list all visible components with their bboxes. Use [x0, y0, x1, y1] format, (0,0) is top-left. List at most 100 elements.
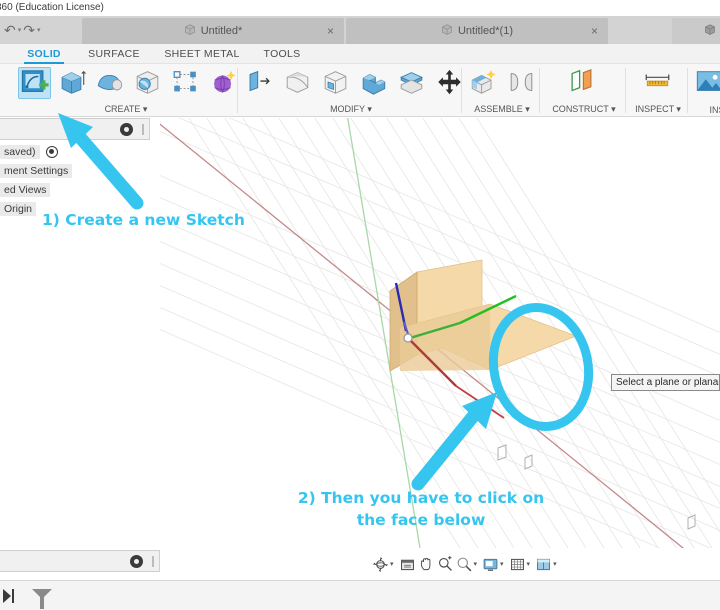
- window-title: 360 (Education License): [0, 2, 104, 13]
- zoom-button[interactable]: ▾: [456, 556, 481, 573]
- new-component-icon[interactable]: [468, 67, 501, 99]
- view-navigation-bar: ▾ ▾ ▾ ▾ ▾: [372, 552, 560, 576]
- ribbon-group-label-insert[interactable]: INSE: [690, 105, 720, 115]
- document-tab-bar: ↶ ▾ ↷ ▾ Untitled* × Untitled*(1) ×: [0, 16, 720, 44]
- document-tab-untitled[interactable]: Untitled* ×: [82, 18, 344, 44]
- browser-item-label: ed Views: [0, 182, 51, 197]
- visibility-radio-icon[interactable]: [45, 145, 58, 158]
- ribbon-group-assemble: ASSEMBLE ▾: [464, 64, 540, 117]
- ribbon-group-label-construct[interactable]: CONSTRUCT ▾: [542, 104, 626, 115]
- undo-caret-icon[interactable]: ▾: [18, 26, 22, 34]
- display-settings-caret-icon[interactable]: ▾: [500, 560, 504, 568]
- group-divider: [237, 68, 238, 113]
- ribbon-group-create: CREATE ▾: [14, 64, 238, 117]
- orbit-caret-icon[interactable]: ▾: [390, 560, 394, 568]
- measure-icon[interactable]: [642, 67, 675, 99]
- x-axis-segment-far: [455, 385, 505, 419]
- zoom-caret-icon[interactable]: ▾: [474, 560, 478, 568]
- orbit-button[interactable]: ▾: [372, 556, 397, 573]
- display-settings-button[interactable]: ▾: [482, 556, 507, 573]
- ribbon-tab-solid[interactable]: SOLID: [18, 44, 70, 65]
- pan-icon: [420, 557, 430, 570]
- sphere-icon[interactable]: [132, 67, 165, 99]
- ribbon-group-insert: INSE: [690, 64, 720, 117]
- timeline-end-button: [3, 589, 14, 603]
- shell-icon[interactable]: [320, 67, 353, 99]
- viewports-icon: [537, 558, 551, 570]
- browser-tree: saved) ment Settings ed Views Origin: [0, 142, 150, 218]
- ribbon-group-inspect: INSPECT ▾: [628, 64, 688, 117]
- ribbon-tab-surface[interactable]: SURFACE: [82, 44, 146, 64]
- extrude-icon[interactable]: [56, 67, 89, 99]
- offset-plane-icon[interactable]: [566, 67, 599, 99]
- pan-button[interactable]: [418, 556, 435, 573]
- document-tab-label: Untitled*(1): [457, 25, 514, 37]
- 3d-viewport[interactable]: [160, 118, 720, 548]
- insert-canvas-icon[interactable]: [694, 67, 720, 99]
- group-divider: [625, 68, 626, 113]
- timeline-playhead-marker: [32, 589, 52, 609]
- fillet-icon[interactable]: [282, 67, 315, 99]
- ribbon-panel: CREATE ▾ MODIFY ▾ ASSEMBLE ▾ CONSTRUCT ▾…: [0, 64, 720, 117]
- redo-button[interactable]: ↷ ▾: [23, 23, 40, 37]
- press-pull-icon[interactable]: [244, 67, 277, 99]
- grid-snaps-button[interactable]: ▾: [509, 556, 534, 573]
- ribbon-tab-sheet-metal[interactable]: SHEET METAL: [158, 44, 246, 64]
- display-settings-icon: [483, 558, 498, 571]
- close-icon[interactable]: ×: [327, 24, 334, 38]
- visibility-eye-icon[interactable]: [130, 555, 143, 568]
- plane-glyph-3: [687, 514, 696, 530]
- split-body-icon[interactable]: [396, 67, 429, 99]
- ribbon-group-modify: MODIFY ▾: [240, 64, 462, 117]
- undo-arrow-icon: ↶: [4, 22, 16, 38]
- joint-icon[interactable]: [506, 67, 539, 99]
- document-tab-untitled-1[interactable]: Untitled*(1) ×: [346, 18, 608, 44]
- browser-footer-strip: [0, 550, 160, 572]
- document-tab-untitled-2[interactable]: Unti: [672, 18, 720, 44]
- redo-arrow-icon: ↷: [23, 22, 35, 38]
- annotation-step-1: 1) Create a new Sketch: [42, 211, 245, 229]
- visibility-eye-icon[interactable]: [120, 123, 133, 136]
- fusion360-window: 360 (Education License) ↶ ▾ ↷ ▾ Untitled…: [0, 0, 720, 610]
- ribbon-group-label-inspect[interactable]: INSPECT ▾: [628, 104, 688, 115]
- ribbon-group-label-modify[interactable]: MODIFY ▾: [240, 104, 462, 115]
- fit-button[interactable]: [399, 556, 416, 573]
- grid-snaps-caret-icon[interactable]: ▾: [527, 560, 531, 568]
- cube-icon: [704, 23, 716, 39]
- close-icon[interactable]: ×: [591, 24, 598, 38]
- combine-icon[interactable]: [358, 67, 391, 99]
- zoom-window-button[interactable]: [437, 555, 454, 573]
- create-sketch-icon[interactable]: [18, 67, 51, 99]
- orbit-icon: [372, 556, 389, 572]
- origin-point: [403, 333, 413, 343]
- move-copy-icon[interactable]: [434, 67, 467, 99]
- ribbon-tab-tools[interactable]: TOOLS: [258, 44, 306, 64]
- redo-caret-icon[interactable]: ▾: [37, 26, 41, 34]
- revolve-icon[interactable]: [94, 67, 127, 99]
- panel-grip-icon[interactable]: [142, 124, 144, 135]
- browser-item-label: Origin: [0, 201, 37, 216]
- pattern-icon[interactable]: [170, 67, 203, 99]
- browser-panel-header[interactable]: [0, 118, 150, 140]
- browser-item-named-views[interactable]: ed Views: [0, 180, 150, 199]
- viewports-caret-icon[interactable]: ▾: [553, 560, 557, 568]
- ribbon-group-label-assemble[interactable]: ASSEMBLE ▾: [464, 104, 540, 115]
- viewport-canvas: [160, 118, 720, 548]
- document-tab-label: Untitled*: [200, 25, 243, 37]
- quick-access-toolbar: ↶ ▾ ↷ ▾: [0, 16, 80, 44]
- ribbon-group-label-create[interactable]: CREATE ▾: [14, 104, 238, 115]
- group-divider: [461, 68, 462, 113]
- panel-grip-icon[interactable]: [152, 556, 154, 567]
- undo-button[interactable]: ↶ ▾: [4, 23, 21, 37]
- viewports-button[interactable]: ▾: [535, 556, 560, 573]
- zoom-window-icon: [438, 555, 452, 571]
- ribbon-tab-bar: SOLID SURFACE SHEET METAL TOOLS: [0, 44, 720, 65]
- browser-item-label: ment Settings: [0, 163, 73, 178]
- timeline-bar: [0, 580, 720, 610]
- browser-item-label: saved): [0, 144, 40, 159]
- status-tooltip: Select a plane or planar fa: [611, 374, 720, 391]
- ribbon-group-construct: CONSTRUCT ▾: [542, 64, 626, 117]
- group-divider: [539, 68, 540, 113]
- browser-item-document-settings[interactable]: ment Settings: [0, 161, 150, 180]
- browser-item-unsaved[interactable]: saved): [0, 142, 150, 161]
